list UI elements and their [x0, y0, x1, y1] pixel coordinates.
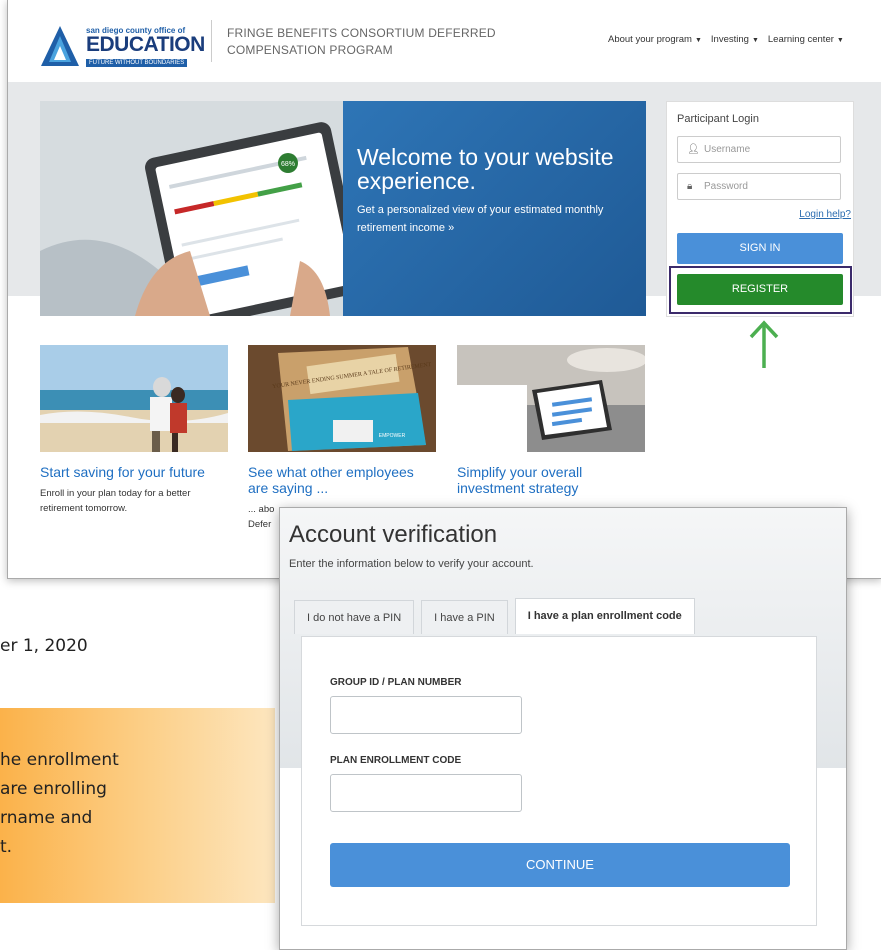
- logo[interactable]: san diego county office of EDUCATION FUT…: [39, 22, 209, 70]
- sign-in-button[interactable]: SIGN IN: [677, 233, 843, 264]
- book-cover-image: YOUR NEVER ENDING SUMMER A TALE OF RETIR…: [248, 345, 436, 452]
- logo-triangle-icon: [41, 26, 79, 66]
- nav-label: Investing: [710, 34, 749, 45]
- tab-enrollment-code[interactable]: I have a plan enrollment code: [514, 598, 695, 634]
- card-title[interactable]: See what other employees are saying ...: [248, 464, 436, 496]
- group-id-input[interactable]: [330, 696, 522, 734]
- callout-line: are enrolling: [0, 779, 107, 799]
- program-title: FRINGE BENEFITS CONSORTIUM DEFERRED COMP…: [227, 26, 496, 57]
- card-title[interactable]: Start saving for your future: [40, 464, 228, 480]
- modal-subtitle: Enter the information below to verify yo…: [289, 558, 534, 570]
- enrollment-code-panel: GROUP ID / PLAN NUMBER PLAN ENROLLMENT C…: [301, 636, 817, 926]
- logo-wordmark: EDUCATION: [86, 33, 205, 56]
- modal-title: Account verification: [289, 521, 498, 548]
- instruction-callout: he enrollment are enrolling rname and t.: [0, 708, 275, 903]
- feature-card[interactable]: Simplify your overall investment strateg…: [457, 345, 645, 502]
- up-arrow-icon: [749, 320, 779, 368]
- group-id-label: GROUP ID / PLAN NUMBER: [330, 677, 462, 688]
- callout-text: he enrollment are enrolling rname and t.: [0, 746, 119, 862]
- verification-tabs: I do not have a PIN I have a PIN I have …: [294, 598, 695, 634]
- login-help-link[interactable]: Login help?: [799, 209, 851, 220]
- account-verification-modal: Account verification Enter the informati…: [279, 507, 847, 950]
- password-placeholder: Password: [704, 181, 748, 192]
- top-nav: About your program ▼ Investing ▼ Learning …: [608, 34, 844, 45]
- caret-down-icon: ▼: [836, 37, 844, 44]
- continue-button[interactable]: CONTINUE: [330, 843, 790, 887]
- nav-label: About your program: [608, 34, 692, 45]
- username-placeholder: Username: [704, 144, 751, 155]
- website-screenshot: san diego county office of EDUCATION FUT…: [7, 0, 881, 579]
- hero-title: Welcome to your website experience.: [357, 144, 614, 194]
- book-brand-text: EMPOWER: [379, 433, 406, 439]
- enrollment-code-input[interactable]: [330, 774, 522, 812]
- date-text-fragment: er 1, 2020: [0, 636, 88, 656]
- caret-down-icon: ▼: [751, 37, 759, 44]
- nav-investing[interactable]: Investing ▼: [711, 34, 759, 45]
- tablet-in-lap-image: [457, 345, 645, 452]
- hero-message-panel: Welcome to your website experience. Get …: [343, 101, 646, 316]
- callout-line: t.: [0, 837, 13, 857]
- username-input[interactable]: 👤︎ Username: [677, 136, 841, 163]
- feature-card[interactable]: YOUR NEVER ENDING SUMMER A TALE OF RETIR…: [248, 345, 436, 532]
- tab-no-pin[interactable]: I do not have a PIN: [294, 600, 415, 634]
- card-title[interactable]: Simplify your overall investment strateg…: [457, 464, 645, 496]
- callout-line: rname and: [0, 808, 93, 828]
- user-icon: 👤︎: [687, 144, 700, 155]
- tablet-photo: 68%: [40, 101, 343, 316]
- tab-have-pin[interactable]: I have a PIN: [421, 600, 508, 634]
- beach-couple-image: [40, 345, 228, 452]
- hero-banner[interactable]: 68% Welcome to your website experience. …: [40, 101, 646, 316]
- enrollment-code-label: PLAN ENROLLMENT CODE: [330, 755, 462, 766]
- lock-icon: 🔒︎: [687, 181, 693, 192]
- tablet-illustration: 68%: [40, 101, 343, 316]
- feature-card[interactable]: Start saving for your future Enroll in y…: [40, 345, 228, 516]
- header-divider: [211, 20, 212, 62]
- password-input[interactable]: 🔒︎ Password: [677, 173, 841, 200]
- card-description: Enroll in your plan today for a better r…: [40, 488, 191, 514]
- nav-label: Learning center: [767, 34, 834, 45]
- nav-learning-center[interactable]: Learning center ▼: [768, 34, 844, 45]
- register-highlight-box: [669, 266, 852, 314]
- tablet-badge-text: 68%: [281, 161, 295, 168]
- login-title: Participant Login: [677, 113, 759, 125]
- nav-about-your-program[interactable]: About your program ▼: [608, 34, 702, 45]
- caret-down-icon: ▼: [694, 37, 702, 44]
- callout-line: he enrollment: [0, 750, 119, 770]
- hero-cta-link[interactable]: Get a personalized view of your estimate…: [357, 201, 637, 237]
- logo-tagline: FUTURE WITHOUT BOUNDARIES: [86, 59, 188, 67]
